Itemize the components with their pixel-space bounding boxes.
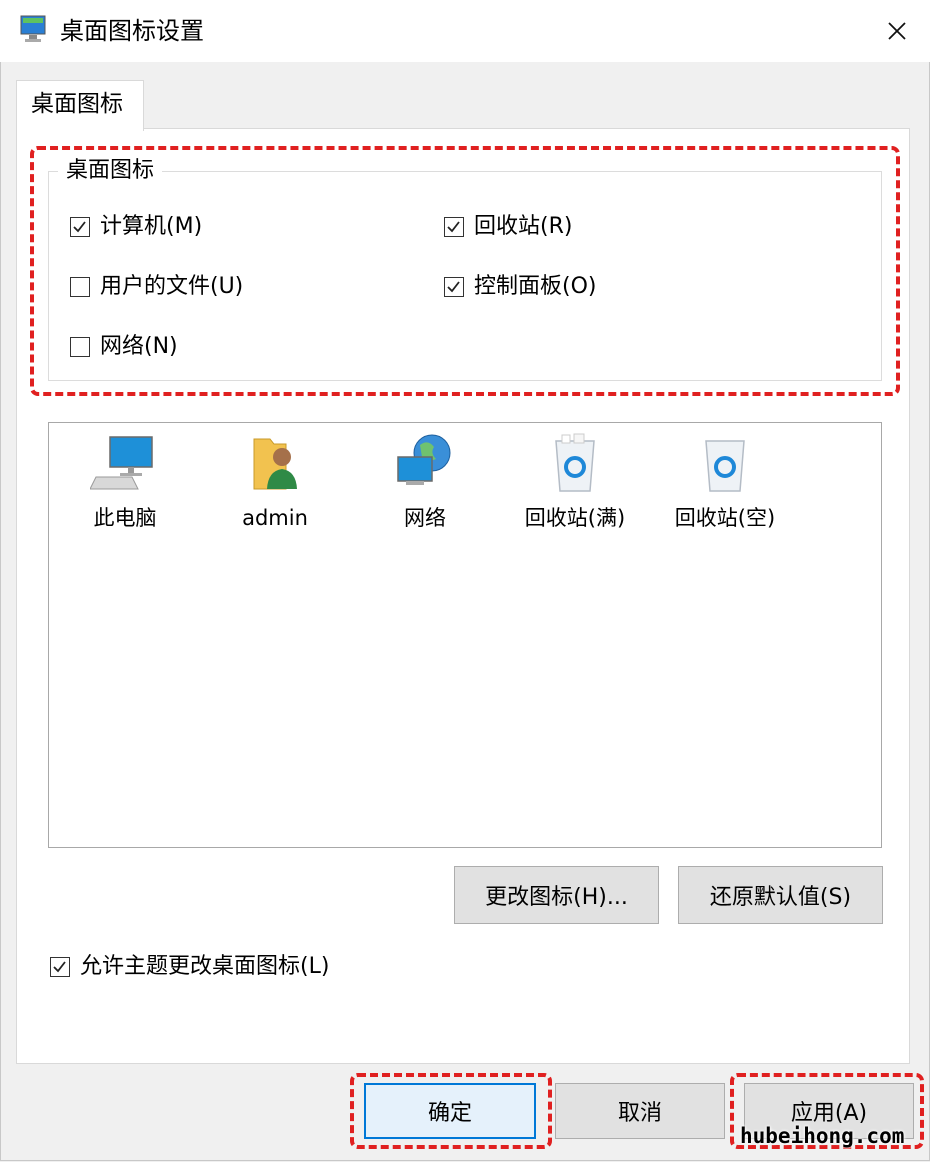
tab-label: 桌面图标: [31, 91, 123, 117]
user-folder-icon: [253, 438, 297, 490]
close-icon[interactable]: [872, 6, 922, 56]
icon-item-admin[interactable]: admin: [205, 431, 345, 533]
network-icon: [397, 434, 451, 485]
icon-label: 回收站(空): [674, 506, 776, 530]
icon-list[interactable]: 此电脑 admin 网络 回收站(满) 回收站(空): [48, 422, 882, 848]
highlight-box-ok: [350, 1073, 552, 1149]
change-icon-button[interactable]: 更改图标(H)...: [454, 866, 659, 924]
icon-item-this-pc[interactable]: 此电脑: [55, 431, 195, 533]
icon-item-recycle-empty[interactable]: 回收站(空): [655, 431, 795, 533]
icon-label: admin: [242, 506, 308, 530]
checkbox-box[interactable]: [50, 957, 70, 977]
icon-item-network[interactable]: 网络: [355, 431, 495, 533]
checkmark-icon: [53, 961, 66, 973]
title-bar: 桌面图标设置: [0, 0, 930, 62]
highlight-box-checkboxes: [30, 146, 900, 396]
recycle-bin-empty-icon: [705, 440, 745, 492]
restore-default-button[interactable]: 还原默认值(S): [678, 866, 883, 924]
desktop-settings-icon: [20, 15, 46, 42]
window-title: 桌面图标设置: [60, 17, 204, 45]
recycle-bin-full-icon: [555, 433, 595, 492]
icon-label: 网络: [404, 506, 446, 530]
icon-label: 此电脑: [93, 506, 157, 530]
checkbox-label: 允许主题更改桌面图标(L): [80, 954, 330, 979]
checkbox-allow-themes[interactable]: 允许主题更改桌面图标(L): [50, 952, 329, 982]
watermark-text: hubeihong.com: [740, 1124, 905, 1148]
cancel-button[interactable]: 取消: [555, 1083, 725, 1139]
icon-item-recycle-full[interactable]: 回收站(满): [505, 431, 645, 533]
icon-label: 回收站(满): [524, 506, 626, 530]
computer-icon: [90, 436, 153, 490]
tab-desktop-icons[interactable]: 桌面图标: [16, 80, 144, 131]
